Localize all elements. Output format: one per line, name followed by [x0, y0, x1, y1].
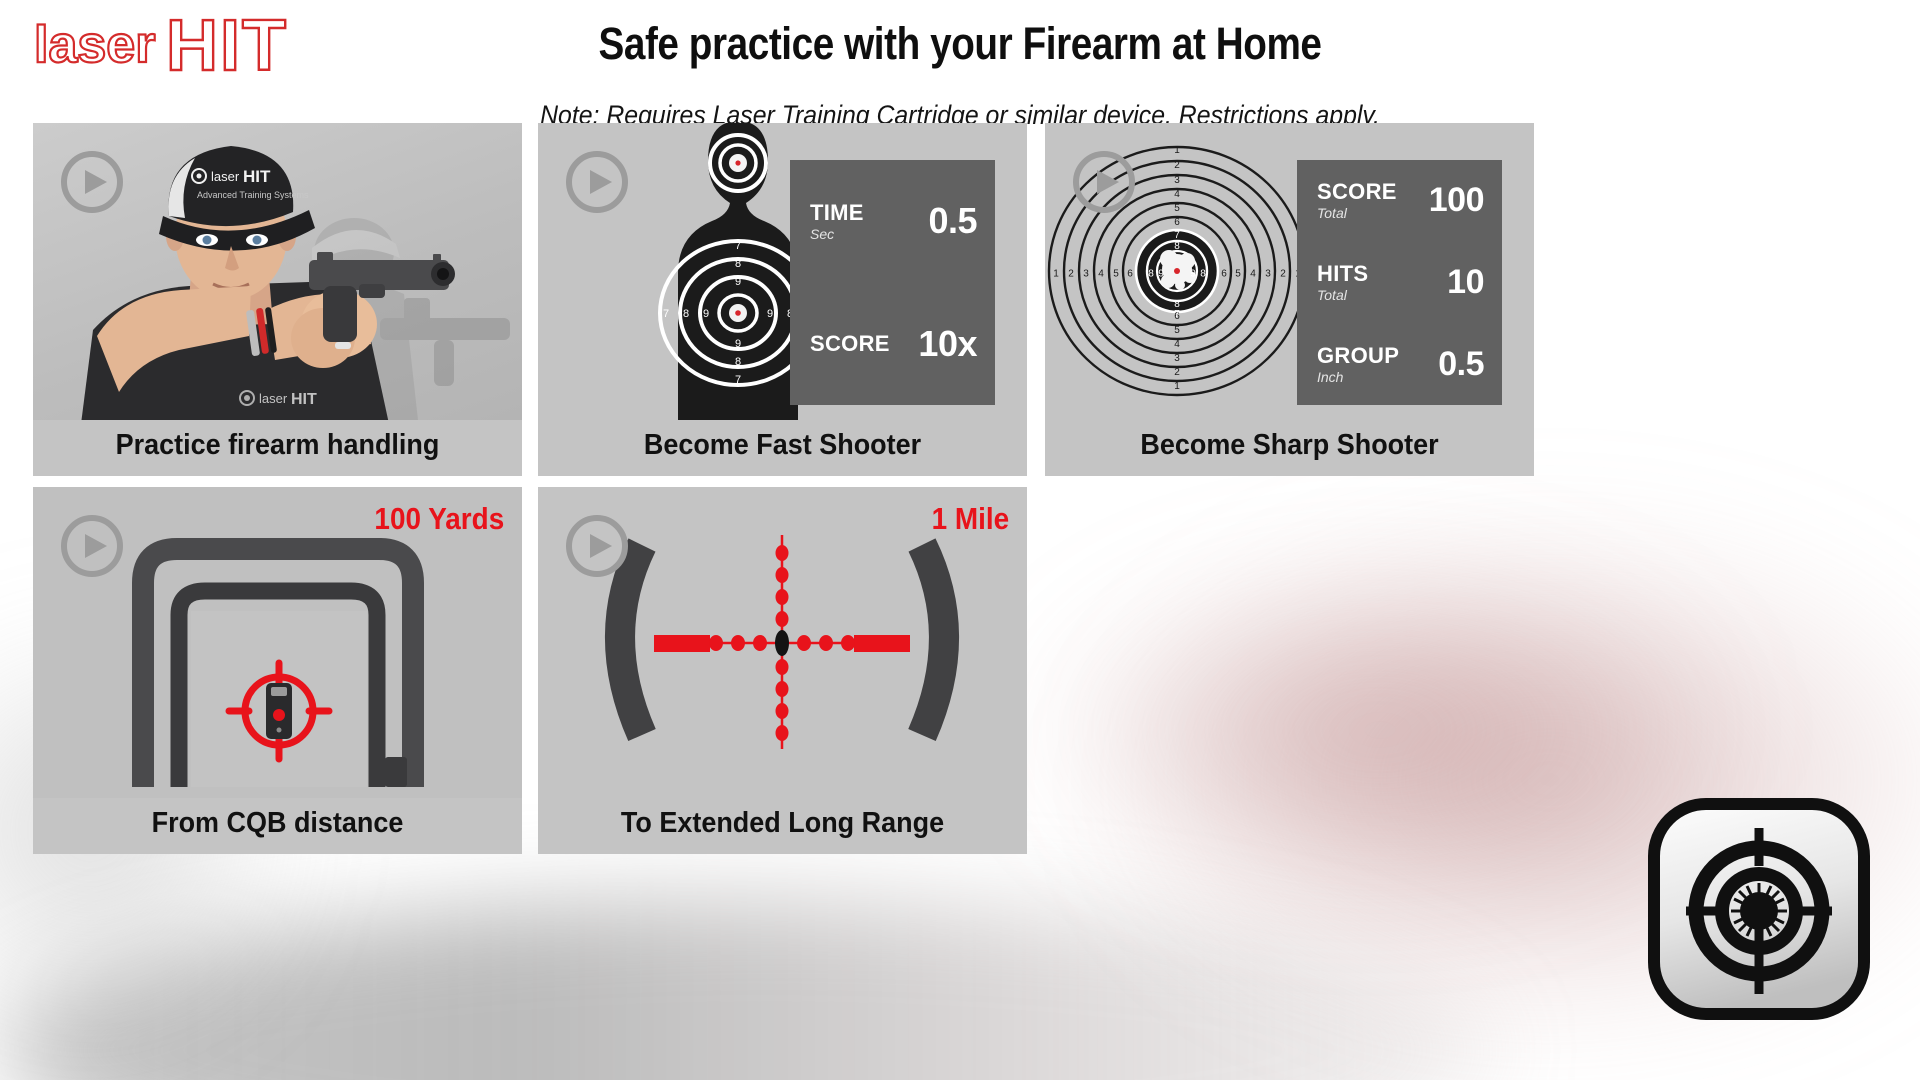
card3-caption: Become Sharp Shooter	[1140, 429, 1439, 461]
page-title: Safe practice with your Firearm at Home	[598, 18, 1322, 69]
card-become-sharp-shooter[interactable]: 123 456 123 456 78 87 123 456 7 2 3 4 5 …	[1045, 123, 1534, 476]
stat-row-group: GROUP Inch 0.5	[1297, 323, 1502, 405]
svg-text:9: 9	[735, 276, 741, 288]
svg-text:4: 4	[1174, 339, 1180, 350]
svg-text:8: 8	[735, 258, 741, 270]
svg-text:7: 7	[1174, 230, 1180, 241]
svg-text:1: 1	[1174, 381, 1180, 392]
play-button-card3[interactable]	[1073, 151, 1135, 213]
card-practice-firearm-handling[interactable]: laser HIT laser HIT Advanced Training Sy…	[33, 123, 522, 476]
card5-caption: To Extended Long Range	[620, 807, 945, 839]
stat-value-hits: 10	[1447, 263, 1484, 301]
stat-label-score: SCORE	[810, 330, 890, 356]
laserhit-app-icon[interactable]	[1648, 798, 1870, 1020]
stat-value-group: 0.5	[1438, 344, 1484, 383]
stat-row-time: TIME Sec 0.5	[790, 160, 995, 283]
stat-label-group: GROUP	[1317, 342, 1400, 368]
svg-text:Advanced Training Systems: Advanced Training Systems	[197, 190, 309, 200]
svg-text:4: 4	[1098, 269, 1104, 280]
laserhit-logo: laser HIT	[34, 12, 344, 84]
stat-sub-score: Total	[1317, 205, 1347, 222]
stat-row-score: SCORE Total 100	[1297, 160, 1502, 242]
stat-sub-hits: Total	[1317, 287, 1347, 303]
svg-text:laser: laser	[259, 391, 288, 406]
play-button-card5[interactable]	[566, 515, 628, 577]
svg-text:2: 2	[1174, 160, 1180, 171]
svg-text:9: 9	[703, 308, 709, 320]
svg-text:8: 8	[1174, 241, 1180, 252]
stat-value-score: 100	[1428, 181, 1485, 220]
svg-text:5: 5	[1235, 269, 1241, 280]
svg-text:6: 6	[1127, 269, 1133, 280]
play-button-card4[interactable]	[61, 515, 123, 577]
stat-label-score: SCORE	[1317, 179, 1397, 205]
card1-caption: Practice firearm handling	[115, 429, 440, 461]
svg-text:1: 1	[1053, 269, 1059, 280]
svg-text:2: 2	[1068, 269, 1074, 280]
svg-text:7: 7	[1138, 269, 1144, 280]
svg-text:7: 7	[735, 240, 741, 252]
svg-text:8: 8	[683, 308, 689, 320]
page-root: laser HIT Safe practice with your Firear…	[0, 0, 1920, 1080]
svg-text:4: 4	[1250, 269, 1256, 280]
svg-text:3: 3	[1174, 175, 1180, 186]
svg-text:HIT: HIT	[291, 391, 317, 408]
svg-text:3: 3	[1083, 269, 1089, 280]
svg-text:3: 3	[1265, 269, 1271, 280]
svg-text:7: 7	[1210, 269, 1216, 280]
svg-text:8: 8	[1200, 269, 1206, 280]
svg-text:1: 1	[1174, 145, 1180, 156]
logo-word-laser: laser	[34, 16, 155, 74]
photo-shooter-with-pistol: laser HIT laser HIT Advanced Training Sy…	[81, 146, 455, 420]
range-badge-1-mile: 1 Mile	[931, 501, 1009, 536]
svg-text:laser: laser	[211, 169, 240, 184]
svg-text:9: 9	[1158, 269, 1164, 280]
svg-text:HIT: HIT	[243, 167, 271, 186]
svg-text:7: 7	[663, 308, 669, 320]
card-become-fast-shooter[interactable]: 7 8 9 9 8 7 7 8 9 9 8 7 TIME	[538, 123, 1027, 476]
svg-text:9: 9	[767, 308, 773, 320]
logo-word-hit: HIT	[166, 12, 288, 84]
stat-row-hits: HITS Total 10	[1297, 242, 1502, 324]
stat-sub-group: Inch	[1317, 368, 1344, 385]
stat-label-hits: HITS	[1317, 261, 1369, 286]
stat-row-score: SCORE 10x	[790, 283, 995, 406]
svg-text:3: 3	[1174, 353, 1180, 364]
play-button-card2[interactable]	[566, 151, 628, 213]
svg-text:2: 2	[1174, 367, 1180, 378]
svg-text:6: 6	[1221, 269, 1227, 280]
card-from-cqb-distance[interactable]: 100 Yards From CQB distance	[33, 487, 522, 854]
svg-text:8: 8	[1148, 269, 1154, 280]
svg-text:8: 8	[735, 356, 741, 368]
card2-stats-panel: TIME Sec 0.5 SCORE 10x	[790, 160, 995, 405]
svg-text:9: 9	[735, 338, 741, 350]
svg-text:6: 6	[1174, 217, 1180, 228]
svg-text:5: 5	[1174, 325, 1180, 336]
stat-value-time: 0.5	[928, 200, 977, 242]
stat-value-score: 10x	[918, 322, 977, 364]
play-button-card1[interactable]	[61, 151, 123, 213]
svg-text:5: 5	[1113, 269, 1119, 280]
svg-text:9: 9	[1190, 269, 1196, 280]
range-badge-100-yards: 100 Yards	[374, 501, 504, 536]
card-to-extended-long-range[interactable]: 1 Mile To Extended Long Range	[538, 487, 1027, 854]
card3-stats-panel: SCORE Total 100 HITS Total 10 GROUP Inch…	[1297, 160, 1502, 405]
stat-sub-time: Sec	[810, 225, 835, 242]
card2-caption: Become Fast Shooter	[643, 429, 922, 461]
svg-text:2: 2	[1280, 269, 1286, 280]
svg-text:4: 4	[1174, 189, 1180, 200]
svg-text:5: 5	[1174, 203, 1180, 214]
stat-label-time: TIME	[810, 199, 864, 225]
svg-text:7: 7	[735, 374, 741, 386]
card4-caption: From CQB distance	[151, 807, 404, 839]
svg-text:7: 7	[1174, 309, 1180, 320]
